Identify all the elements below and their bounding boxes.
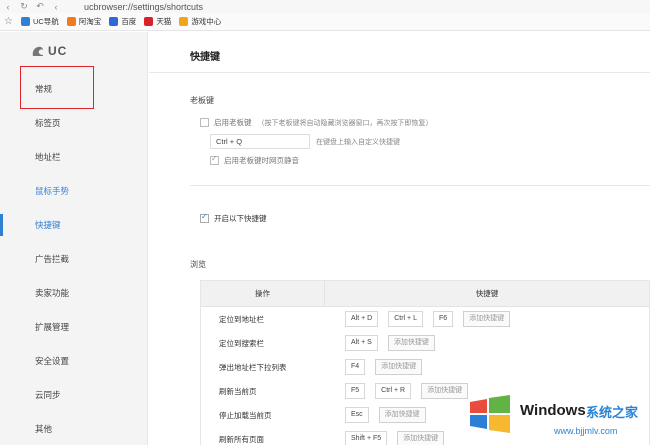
page-title: 快捷键	[190, 52, 220, 63]
row-operation: 弹出地址栏下拉列表	[219, 362, 287, 372]
enable-shortcuts-label: 开启以下快捷键	[214, 214, 267, 223]
uc-logo: UC	[31, 44, 67, 58]
enable-shortcuts-row: 开启以下快捷键	[200, 212, 267, 224]
bookmarks-bar: ☆ UC导航 阿淘宝 百度 天猫 游戏中心	[0, 13, 650, 31]
watermark-url: www.bjjmlv.com	[554, 426, 618, 436]
divider	[190, 185, 650, 186]
sidebar-item-tabs[interactable]: 标签页	[0, 106, 148, 140]
sidebar-item-other[interactable]: 其他	[0, 412, 148, 445]
settings-nav: 常规 标签页 地址栏 鼠标手势 快捷键 广告拦截 卖家功能 扩展管理 安全设置 …	[0, 72, 148, 445]
add-shortcut-button[interactable]: 添加快捷键	[378, 407, 426, 423]
boss-key-mute-label: 启用老板键时网页静音	[224, 156, 299, 165]
row-keys: Esc 添加快捷键	[325, 407, 426, 423]
shortcut-key-box[interactable]: Ctrl + R	[375, 383, 412, 399]
row-keys: Shift + F5 添加快捷键	[325, 431, 445, 445]
bookmark-baidu[interactable]: 百度	[109, 16, 136, 27]
bookmark-game-center[interactable]: 游戏中心	[179, 16, 221, 27]
row-keys: F4 添加快捷键	[325, 359, 423, 375]
sidebar-item-seller[interactable]: 卖家功能	[0, 276, 148, 310]
sidebar-item-cloud-sync[interactable]: 云同步	[0, 378, 148, 412]
add-shortcut-button[interactable]: 添加快捷键	[463, 311, 511, 327]
watermark-brand: Windows	[520, 402, 586, 419]
shortcut-key-box[interactable]: Shift + F5	[345, 431, 388, 445]
table-header: 操作 快捷键	[201, 281, 649, 307]
back-arrow-icon[interactable]: ‹	[0, 0, 16, 13]
sidebar-item-ad-block[interactable]: 广告拦截	[0, 242, 148, 276]
watermark: Windows 系统之家 www.bjjmlv.com	[458, 388, 650, 445]
row-keys: Alt + D Ctrl + L F6 添加快捷键	[325, 311, 511, 327]
boss-key-heading: 老板键	[190, 96, 214, 105]
sidebar-item-mouse-gesture[interactable]: 鼠标手势	[0, 174, 148, 208]
col-shortcut-header: 快捷键	[475, 289, 499, 298]
tmall-icon	[144, 17, 154, 26]
shortcut-key-box[interactable]: Alt + S	[345, 335, 378, 351]
shortcut-key-box[interactable]: F4	[345, 359, 366, 375]
settings-main: 快捷键 老板键 启用老板键 （按下老板键将自动隐藏浏览器窗口，再次按下即恢复） …	[149, 32, 650, 445]
squirrel-logo-icon	[32, 46, 43, 56]
boss-key-checkbox[interactable]	[200, 118, 209, 127]
table-row: 定位到搜索栏 Alt + S 添加快捷键	[201, 331, 649, 355]
boss-key-input-row: Ctrl + Q 在键盘上输入自定义快捷键	[210, 134, 400, 149]
row-operation: 定位到搜索栏	[219, 338, 264, 348]
baidu-icon	[109, 17, 119, 26]
shortcut-key-box[interactable]: F5	[345, 383, 366, 399]
shortcut-key-box[interactable]: Esc	[345, 407, 369, 423]
row-operation: 停止加载当前页	[219, 410, 272, 420]
sidebar-item-shortcuts[interactable]: 快捷键	[0, 208, 148, 242]
enable-shortcuts-checkbox[interactable]	[200, 212, 209, 223]
shortcut-key-box[interactable]: Alt + D	[345, 311, 379, 327]
boss-key-mute-checkbox[interactable]	[210, 154, 219, 165]
address-bar-row: ‹ ↻ ↶ ‹ ucbrowser://settings/shortcuts	[0, 0, 650, 13]
windows-logo-icon	[470, 395, 510, 433]
bookmark-uc-nav[interactable]: UC导航	[20, 16, 59, 27]
bookmark-tmall[interactable]: 天猫	[144, 16, 171, 27]
shortcut-key-box[interactable]: F6	[432, 311, 454, 327]
watermark-site: 系统之家	[586, 405, 639, 420]
col-operation-header: 操作	[201, 281, 325, 306]
undo-icon[interactable]: ↶	[32, 0, 48, 13]
reload-icon[interactable]: ↻	[16, 0, 32, 13]
highlight-box	[20, 66, 94, 109]
add-shortcut-button[interactable]: 添加快捷键	[387, 335, 435, 351]
sidebar-item-extensions[interactable]: 扩展管理	[0, 310, 148, 344]
taobao-icon	[66, 17, 76, 26]
divider	[149, 72, 650, 73]
boss-key-mute-row: 启用老板键时网页静音	[210, 154, 299, 166]
add-shortcut-button[interactable]: 添加快捷键	[397, 431, 445, 445]
table-row: 定位到地址栏 Alt + D Ctrl + L F6 添加快捷键	[201, 307, 649, 331]
add-shortcut-button[interactable]: 添加快捷键	[375, 359, 423, 375]
row-operation: 刷新所有页面	[219, 434, 264, 444]
row-keys: F5 Ctrl + R 添加快捷键	[325, 383, 469, 399]
shortcut-key-box[interactable]: Ctrl + L	[388, 311, 423, 327]
boss-key-enable-hint: （按下老板键将自动隐藏浏览器窗口，再次按下即恢复）	[257, 119, 433, 127]
boss-key-enable-label: 启用老板键	[214, 118, 252, 127]
bookmark-taobao[interactable]: 阿淘宝	[66, 16, 101, 27]
boss-key-input-hint: 在键盘上输入自定义快捷键	[316, 138, 400, 146]
row-operation: 定位到地址栏	[219, 314, 264, 324]
address-url[interactable]: ucbrowser://settings/shortcuts	[84, 2, 203, 12]
row-keys: Alt + S 添加快捷键	[325, 335, 435, 351]
browse-heading: 浏览	[190, 260, 206, 269]
sidebar-item-address-bar[interactable]: 地址栏	[0, 140, 148, 174]
table-row: 弹出地址栏下拉列表 F4 添加快捷键	[201, 355, 649, 379]
boss-key-input[interactable]: Ctrl + Q	[210, 134, 310, 149]
game-center-icon	[179, 17, 189, 26]
row-operation: 刷新当前页	[219, 386, 257, 396]
star-icon[interactable]: ☆	[4, 16, 13, 27]
sidebar-item-security[interactable]: 安全设置	[0, 344, 148, 378]
boss-key-enable-row: 启用老板键 （按下老板键将自动隐藏浏览器窗口，再次按下即恢复）	[200, 117, 433, 128]
uc-nav-icon	[20, 17, 30, 26]
chevron-left-icon[interactable]: ‹	[48, 0, 64, 13]
